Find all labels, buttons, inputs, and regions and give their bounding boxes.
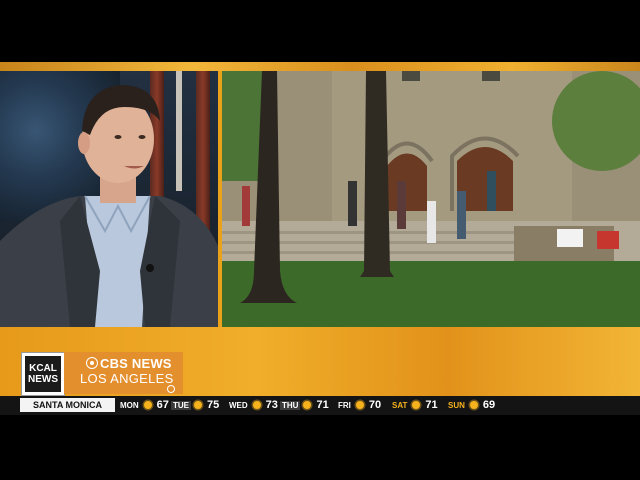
forecast-day-mon: MON 67 — [118, 398, 169, 412]
guest-figure — [0, 85, 218, 327]
forecast-temp: 69 — [482, 399, 496, 411]
kcal-logo-line2: NEWS — [28, 374, 58, 385]
forecast-day-name: SUN — [448, 400, 465, 410]
sun-icon — [252, 401, 261, 409]
forecast-temp: 70 — [368, 399, 382, 411]
forecast-temp: 71 — [425, 399, 438, 411]
forecast-day-name: TUE — [171, 400, 191, 410]
sun-icon — [194, 401, 202, 409]
studio-guest-panel — [0, 71, 218, 327]
campus-video-panel — [222, 71, 640, 327]
forecast-temp: 67 — [156, 399, 169, 411]
sun-icon — [412, 401, 421, 409]
sun-icon — [303, 401, 312, 409]
kcal-logo-line1: KCAL — [29, 363, 57, 374]
forecast-temp: 71 — [316, 399, 329, 411]
forecast-day-name: WED — [229, 400, 248, 410]
sun-icon — [143, 401, 152, 409]
forecast-temp: 75 — [207, 399, 220, 411]
kcal-news-logo: KCAL NEWS — [21, 352, 65, 396]
weather-location: SANTA MONICA — [20, 398, 115, 412]
forecast-day-name: FRI — [338, 400, 351, 410]
cbs-eye-icon — [86, 357, 98, 369]
forecast-day-name: MON — [120, 400, 139, 410]
forecast-day-wed: WED 73 — [227, 398, 278, 412]
forecast-temp: 73 — [265, 399, 278, 411]
registered-mark-icon — [167, 385, 175, 393]
cbs-news-name: CBS NEWS — [100, 356, 172, 371]
sun-icon — [355, 401, 364, 409]
cbs-station-city: LOS ANGELES — [80, 371, 174, 386]
forecast-day-sat: SAT 71 — [390, 398, 438, 412]
forecast-day-fri: FRI 70 — [336, 398, 381, 412]
forecast-day-tue: TUE 75 — [171, 398, 219, 412]
forecast-day-name: SAT — [392, 400, 408, 410]
forecast-day-thu: THU 71 — [280, 398, 329, 412]
forecast-day-sun: SUN 69 — [446, 398, 495, 412]
sun-icon — [469, 401, 478, 409]
campus-scene — [222, 71, 640, 327]
forecast-day-name: THU — [280, 400, 301, 410]
top-accent-stripe — [0, 62, 640, 71]
